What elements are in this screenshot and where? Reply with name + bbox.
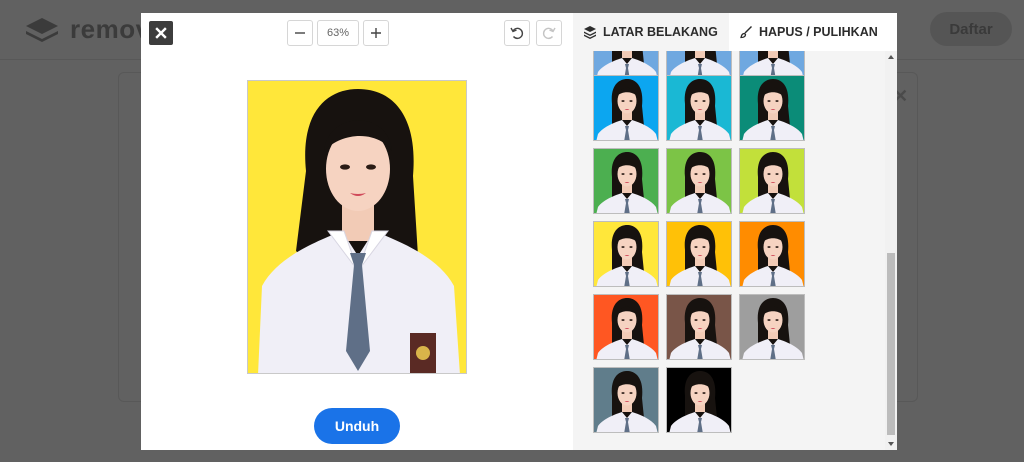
- close-button[interactable]: [149, 21, 173, 45]
- tab-erase-restore-label: HAPUS / PULIHKAN: [759, 25, 878, 39]
- portrait-image: [248, 81, 466, 373]
- editor-canvas-pane: 63% Unduh: [141, 13, 573, 450]
- background-swatch-7[interactable]: [593, 221, 659, 287]
- background-swatch-3[interactable]: [739, 75, 805, 141]
- panel-scrollbar[interactable]: [885, 51, 897, 450]
- zoom-level: 63%: [317, 20, 359, 46]
- minus-icon: [295, 32, 305, 34]
- redo-button[interactable]: [536, 20, 562, 46]
- close-icon: [155, 27, 167, 39]
- background-panel: LATAR BELAKANG HAPUS / PULIHKAN: [573, 13, 897, 450]
- brush-icon: [740, 26, 752, 39]
- logo-text: remov: [70, 14, 151, 44]
- background-swatch-10[interactable]: [593, 294, 659, 360]
- photo-preview[interactable]: [247, 80, 467, 374]
- download-button[interactable]: Unduh: [314, 408, 400, 444]
- background-swatch-12[interactable]: [739, 294, 805, 360]
- plus-icon: [371, 28, 381, 38]
- tab-erase-restore[interactable]: HAPUS / PULIHKAN: [729, 13, 897, 51]
- signup-button[interactable]: Daftar: [930, 12, 1012, 46]
- background-swatch-2[interactable]: [666, 75, 732, 141]
- scroll-down-arrow-icon[interactable]: [885, 438, 897, 450]
- layers-icon: [584, 26, 596, 39]
- panel-tabs: LATAR BELAKANG HAPUS / PULIHKAN: [573, 13, 897, 51]
- background-swatch-8[interactable]: [666, 221, 732, 287]
- background-swatch-11[interactable]: [666, 294, 732, 360]
- background-swatch-1[interactable]: [593, 75, 659, 141]
- background-swatch-5[interactable]: [666, 148, 732, 214]
- undo-button[interactable]: [504, 20, 530, 46]
- background-color-grid: [573, 51, 885, 450]
- background-swatch-4[interactable]: [593, 148, 659, 214]
- zoom-in-button[interactable]: [363, 20, 389, 46]
- logo-layers-icon: [24, 16, 60, 44]
- scroll-up-arrow-icon[interactable]: [885, 51, 897, 63]
- zoom-out-button[interactable]: [287, 20, 313, 46]
- site-logo: remov: [24, 14, 151, 45]
- tab-background[interactable]: LATAR BELAKANG: [573, 13, 729, 51]
- background-swatch-9[interactable]: [739, 221, 805, 287]
- background-swatch-6[interactable]: [739, 148, 805, 214]
- redo-icon: [542, 27, 556, 40]
- background-swatch-14[interactable]: [666, 367, 732, 433]
- undo-icon: [510, 27, 524, 40]
- zoom-controls: 63%: [287, 20, 389, 46]
- tab-background-label: LATAR BELAKANG: [603, 25, 718, 39]
- scroll-thumb[interactable]: [887, 253, 895, 435]
- photo-editor-modal: 63% Unduh LATAR BELAKANG HAPUS / PULIHKA…: [141, 13, 897, 450]
- background-swatch-13[interactable]: [593, 367, 659, 433]
